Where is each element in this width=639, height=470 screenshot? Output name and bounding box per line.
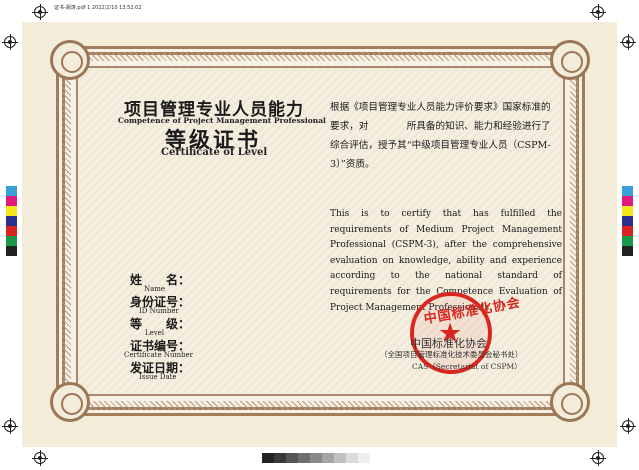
corner-ornament-icon [550, 382, 590, 422]
field-label-id-number-en: ID Number [139, 307, 179, 315]
issuer-secretariat-cn: （全国项目管理标准化技术委员会秘书处） [380, 350, 523, 359]
registration-mark-icon [32, 450, 48, 466]
corner-ornament-icon [550, 40, 590, 80]
corner-ornament-icon [50, 40, 90, 80]
corner-ornament-icon [50, 382, 90, 422]
registration-mark-icon [590, 4, 606, 20]
registration-mark-icon [32, 4, 48, 20]
registration-mark-icon [2, 418, 18, 434]
gray-calibration-bar [262, 453, 370, 463]
color-calibration-bar [622, 186, 633, 256]
field-label-issue-date-en: Issue Date [139, 373, 177, 381]
field-label-certificate-number-en: Certificate Number [124, 351, 194, 359]
file-header: 证书-胡涛.pdf 1 2022/2/10 13:52:02 [54, 5, 142, 11]
field-label-level-en: Level [145, 329, 165, 337]
certificate-body-cn: 根据《项目管理专业人员能力评价要求》国家标准的要求，对 所具备的知识、能力和经验… [330, 102, 551, 170]
issuer-name-en: CAS（Secretariat of CSPM） [412, 362, 522, 371]
registration-mark-icon [590, 450, 606, 466]
registration-mark-icon [620, 418, 636, 434]
registration-mark-icon [2, 34, 18, 50]
field-label-name-en: Name [144, 285, 166, 293]
certificate-level-title-en: Certificate of Level [161, 147, 268, 158]
color-calibration-bar [6, 186, 17, 256]
registration-mark-icon [620, 34, 636, 50]
